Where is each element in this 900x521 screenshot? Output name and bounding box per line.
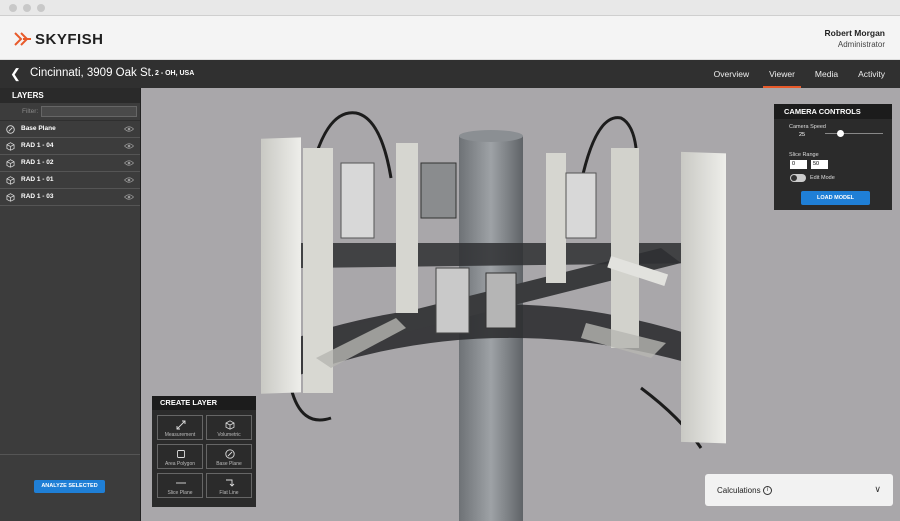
camera-speed-value: 25 <box>799 132 806 138</box>
tool-label: Flat Line <box>219 490 239 496</box>
tab-overview[interactable]: Overview <box>704 60 759 88</box>
tool-base-plane[interactable]: Base Plane <box>206 444 252 469</box>
horizontal-line-icon <box>176 482 186 484</box>
tab-activity[interactable]: Activity <box>848 60 900 88</box>
window-close-dot[interactable] <box>9 4 17 12</box>
filter-label: Filter: <box>22 108 39 115</box>
slice-max-input[interactable]: 50 <box>811 160 828 169</box>
compass-icon <box>225 449 235 459</box>
camera-speed-slider-thumb[interactable] <box>836 130 844 137</box>
eye-icon[interactable] <box>124 160 134 166</box>
analyze-selected-button[interactable]: ANALYZE SELECTED <box>34 480 105 493</box>
skyfish-logo-icon <box>14 32 31 46</box>
layer-label: RAD 1 - 03 <box>21 193 54 200</box>
tool-slice-plane[interactable]: Slice Plane <box>157 473 203 498</box>
info-icon[interactable]: i <box>763 486 772 495</box>
site-subtitle: 2 - OH, USA <box>155 70 195 77</box>
cube-icon <box>225 420 235 430</box>
tool-area-polygon[interactable]: Area Polygon <box>157 444 203 469</box>
toggle-knob <box>791 175 797 181</box>
layer-label: Base Plane <box>21 125 56 132</box>
layer-item-rad-1-04[interactable]: RAD 1 - 04 <box>0 138 140 155</box>
compass-icon <box>6 125 15 134</box>
slice-min-input[interactable]: 0 <box>790 160 807 169</box>
calculations-panel[interactable]: Calculations i ∨ <box>705 474 893 506</box>
layer-item-rad-1-02[interactable]: RAD 1 - 02 <box>0 155 140 172</box>
window-minimize-dot[interactable] <box>23 4 31 12</box>
layer-item-rad-1-01[interactable]: RAD 1 - 01 <box>0 172 140 189</box>
eye-icon[interactable] <box>124 126 134 132</box>
tool-label: Volumetric <box>217 432 241 438</box>
eye-icon[interactable] <box>124 177 134 183</box>
tool-volumetric[interactable]: Volumetric <box>206 415 252 440</box>
app-header: SKYFISH Robert Morgan Administrator <box>0 16 900 60</box>
chevron-down-icon[interactable]: ∨ <box>874 484 881 495</box>
layer-label: RAD 1 - 04 <box>21 142 54 149</box>
cube-icon <box>6 193 15 202</box>
camera-speed-label: Camera Speed <box>789 124 826 130</box>
location-bar: ❮ Cincinnati, 3909 Oak St. 2 - OH, USA O… <box>0 60 900 88</box>
window-titlebar <box>0 0 900 16</box>
layers-panel: LAYERS Filter: Base Plane RAD 1 - 04 RAD… <box>0 88 141 521</box>
tool-label: Area Polygon <box>164 461 196 467</box>
edit-mode-toggle[interactable] <box>790 174 806 182</box>
calculations-label: Calculations <box>717 486 761 495</box>
brand-logo[interactable]: SKYFISH <box>14 29 104 49</box>
filter-row: Filter: <box>0 103 140 121</box>
square-icon <box>177 450 185 458</box>
edit-mode-label: Edit Mode <box>810 175 835 181</box>
tool-label: Measurement <box>164 432 196 438</box>
tool-label: Base Plane <box>216 461 242 467</box>
create-layer-heading: CREATE LAYER <box>152 396 256 410</box>
tool-measurement[interactable]: Measurement <box>157 415 203 440</box>
create-layer-panel: CREATE LAYER Measurement Volumetric Area… <box>152 396 256 507</box>
site-title: Cincinnati, 3909 Oak St. <box>30 67 155 79</box>
window-maximize-dot[interactable] <box>37 4 45 12</box>
slice-range-label: Slice Range <box>789 152 819 158</box>
tool-flat-line[interactable]: Flat Line <box>206 473 252 498</box>
brand-name: SKYFISH <box>35 30 104 48</box>
layer-item-base-plane[interactable]: Base Plane <box>0 121 140 138</box>
panel-divider <box>0 454 140 455</box>
tab-media[interactable]: Media <box>805 60 848 88</box>
diagonal-arrows-icon <box>176 420 186 430</box>
layer-item-rad-1-03[interactable]: RAD 1 - 03 <box>0 189 140 206</box>
user-name: Robert Morgan <box>824 28 885 38</box>
cube-icon <box>6 159 15 168</box>
layers-heading: LAYERS <box>0 88 140 103</box>
user-menu[interactable]: Robert Morgan Administrator <box>825 28 885 49</box>
cube-icon <box>6 142 15 151</box>
layer-label: RAD 1 - 02 <box>21 159 54 166</box>
corner-arrow-icon <box>226 479 235 487</box>
chevron-left-icon[interactable]: ❮ <box>10 66 24 82</box>
load-model-button[interactable]: LOAD MODEL <box>801 191 870 205</box>
camera-controls-panel: CAMERA CONTROLS Camera Speed 25 Slice Ra… <box>774 104 892 210</box>
user-role: Administrator <box>837 40 885 49</box>
tab-viewer[interactable]: Viewer <box>759 60 805 88</box>
filter-input[interactable] <box>41 106 137 117</box>
view-tabs: Overview Viewer Media Activity <box>704 60 900 88</box>
tool-label: Slice Plane <box>167 490 193 496</box>
eye-icon[interactable] <box>124 194 134 200</box>
camera-controls-heading: CAMERA CONTROLS <box>774 104 892 119</box>
cube-icon <box>6 176 15 185</box>
eye-icon[interactable] <box>124 143 134 149</box>
camera-speed-slider[interactable] <box>825 133 883 134</box>
layer-label: RAD 1 - 01 <box>21 176 54 183</box>
